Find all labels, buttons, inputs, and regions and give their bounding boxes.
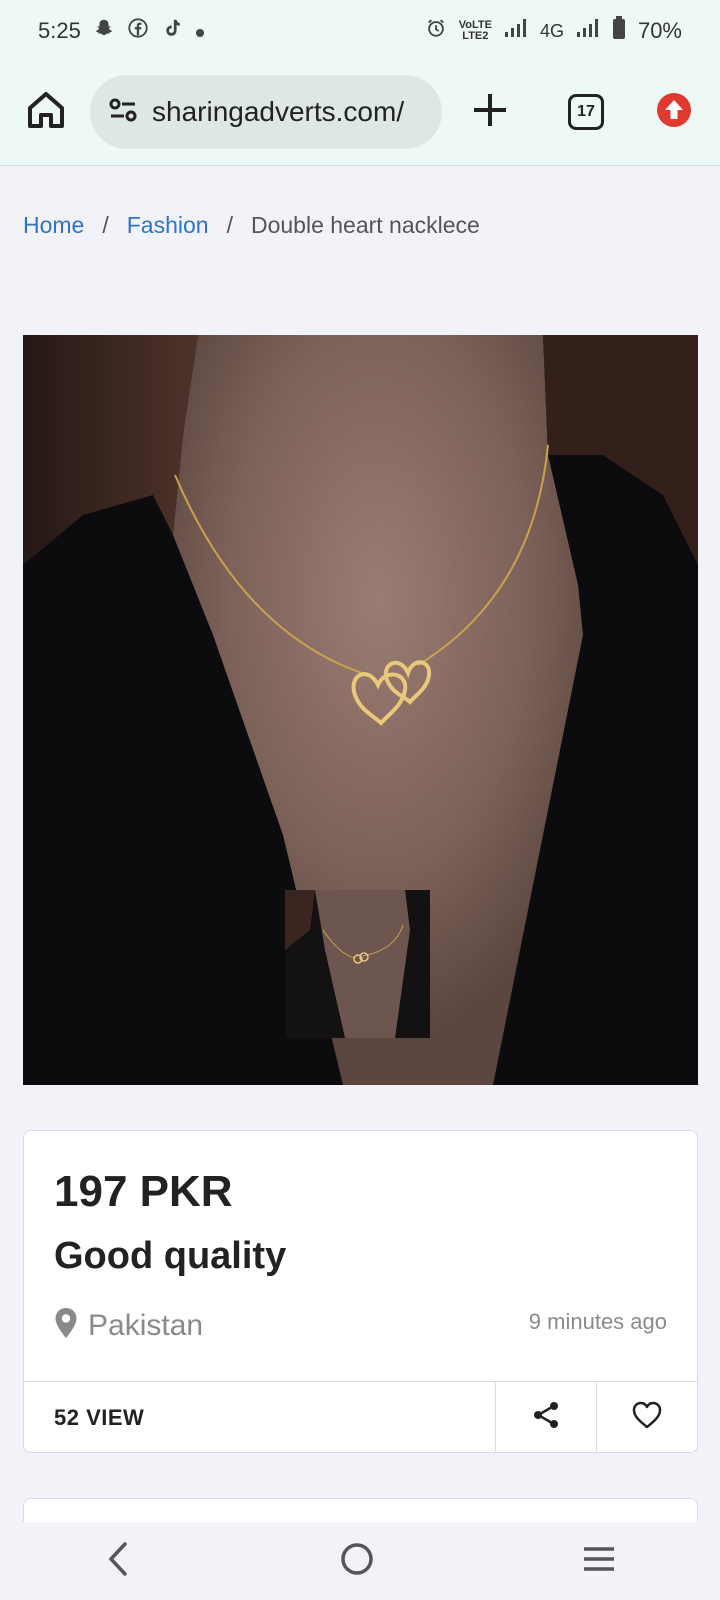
recents-icon[interactable] bbox=[581, 1544, 617, 1579]
breadcrumb-current: Double heart nacklece bbox=[250, 212, 480, 238]
status-time: 5:25 bbox=[38, 18, 81, 43]
breadcrumb-fashion-link[interactable]: Fashion bbox=[127, 212, 209, 239]
home-icon[interactable] bbox=[24, 88, 68, 132]
tab-switcher-button[interactable]: 17 bbox=[568, 94, 604, 130]
home-nav-icon[interactable] bbox=[339, 1541, 375, 1582]
view-count: 52 VIEW bbox=[54, 1404, 145, 1430]
favorite-button[interactable] bbox=[596, 1382, 697, 1453]
breadcrumb-separator: / bbox=[226, 212, 233, 238]
image-thumbnail[interactable] bbox=[285, 890, 430, 1038]
share-icon bbox=[531, 1400, 561, 1435]
snapchat-icon bbox=[93, 17, 115, 45]
signal-icon-2 bbox=[576, 18, 600, 44]
listing-card: 197 PKR Good quality Pakistan 9 minutes … bbox=[23, 1130, 698, 1453]
facebook-icon bbox=[127, 17, 149, 45]
system-nav-bar bbox=[0, 1522, 720, 1600]
listing-price: 197 PKR bbox=[54, 1167, 233, 1216]
update-icon[interactable] bbox=[656, 92, 692, 128]
listing-title: Good quality bbox=[54, 1235, 287, 1277]
heart-icon bbox=[632, 1401, 662, 1434]
share-button[interactable] bbox=[495, 1382, 596, 1453]
url-bar[interactable]: sharingadverts.com/ bbox=[90, 75, 442, 149]
battery-icon bbox=[612, 16, 626, 46]
product-image[interactable] bbox=[23, 335, 698, 1085]
status-left: 5:25 bbox=[38, 17, 205, 45]
location-text: Pakistan bbox=[88, 1308, 204, 1342]
listing-location: Pakistan bbox=[54, 1307, 203, 1344]
breadcrumb: Home / Fashion / Double heart nacklece bbox=[23, 212, 480, 239]
alarm-icon bbox=[425, 17, 447, 45]
browser-toolbar: sharingadverts.com/ 17 bbox=[0, 62, 720, 166]
breadcrumb-separator: / bbox=[102, 212, 109, 238]
signal-icon bbox=[504, 18, 528, 44]
volte-indicator: VoLTE LTE2 bbox=[459, 20, 492, 42]
tiktok-icon bbox=[161, 17, 183, 45]
status-bar: 5:25 VoLTE LTE2 4G 70% bbox=[0, 0, 720, 62]
battery-percent: 70% bbox=[637, 18, 682, 43]
lte2-label: LTE2 bbox=[462, 30, 489, 42]
new-tab-icon[interactable] bbox=[470, 90, 510, 130]
site-settings-icon[interactable] bbox=[108, 95, 138, 130]
location-pin-icon bbox=[54, 1307, 78, 1344]
breadcrumb-home-link[interactable]: Home bbox=[23, 212, 84, 239]
network-type: 4G bbox=[539, 20, 564, 41]
back-icon[interactable] bbox=[103, 1541, 133, 1582]
dot-icon bbox=[195, 18, 205, 44]
url-text[interactable]: sharingadverts.com/ bbox=[152, 96, 404, 128]
posted-time: 9 minutes ago bbox=[528, 1309, 667, 1334]
status-right: VoLTE LTE2 4G 70% bbox=[425, 16, 682, 46]
card-footer: 52 VIEW bbox=[24, 1381, 697, 1453]
